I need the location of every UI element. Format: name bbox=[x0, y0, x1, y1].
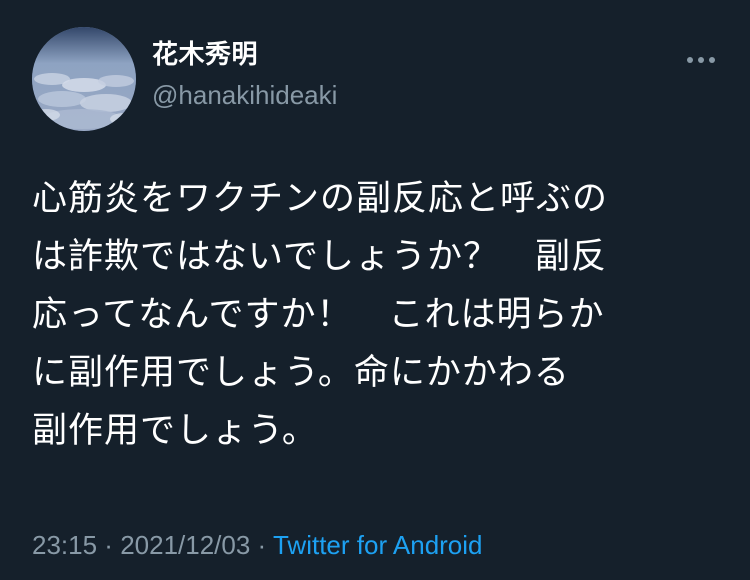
tweet-text-line: 心筋炎をワクチンの副反応と呼ぶの bbox=[32, 179, 609, 219]
tweet-text-line: 副作用でしょう。 bbox=[32, 411, 318, 451]
tweet-date[interactable]: 2021/12/03 bbox=[120, 530, 250, 560]
tweet-text-line: に副作用でしょう。命にかかわる bbox=[32, 353, 570, 393]
more-horizontal-icon bbox=[687, 57, 693, 63]
user-handle[interactable]: @hanakihideaki bbox=[152, 78, 337, 112]
cloudscape-avatar-icon bbox=[32, 27, 136, 131]
tweet-text: 心筋炎をワクチンの副反応と呼ぶの は詐欺ではないでしょうか？ 副反 応ってなんで… bbox=[32, 170, 712, 460]
meta-separator: · bbox=[97, 530, 121, 560]
meta-separator: · bbox=[250, 530, 273, 560]
tweet-meta: 23:15 · 2021/12/03 · Twitter for Android bbox=[32, 528, 483, 562]
tweet-text-line: は詐欺ではないでしょうか？ 副反 bbox=[32, 237, 607, 277]
tweet-text-line: 応ってなんですか！ これは明らか bbox=[32, 295, 605, 335]
more-horizontal-icon-dot bbox=[698, 57, 704, 63]
display-name[interactable]: 花木秀明 bbox=[152, 38, 258, 72]
avatar[interactable] bbox=[32, 27, 136, 131]
tweet-card: 花木秀明 @hanakihideaki 心筋炎をワクチンの副反応と呼ぶの は詐欺… bbox=[0, 0, 750, 580]
more-horizontal-icon-dot bbox=[709, 57, 715, 63]
more-options-button[interactable] bbox=[683, 50, 719, 70]
tweet-time[interactable]: 23:15 bbox=[32, 530, 97, 560]
tweet-source-link[interactable]: Twitter for Android bbox=[273, 530, 483, 560]
